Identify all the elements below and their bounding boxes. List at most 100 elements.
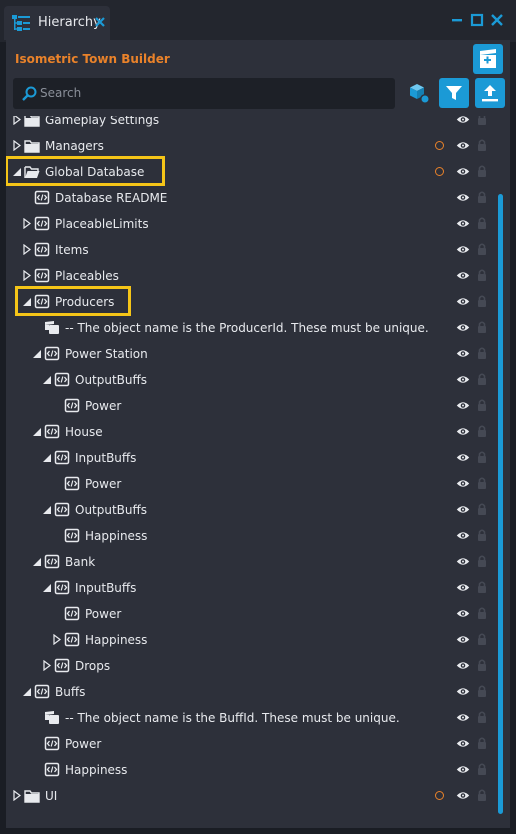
visibility-eye-icon[interactable] <box>456 790 470 801</box>
lock-icon[interactable] <box>477 346 487 360</box>
expanded-arrow[interactable] <box>42 452 52 463</box>
lock-icon[interactable] <box>477 372 487 386</box>
collapsed-arrow[interactable] <box>12 140 22 151</box>
tree-row[interactable]: Power <box>6 731 510 757</box>
tree-row[interactable]: UI <box>6 783 510 809</box>
expanded-arrow[interactable] <box>42 582 52 593</box>
lock-icon[interactable] <box>477 710 487 724</box>
expanded-arrow[interactable] <box>42 374 52 385</box>
tree-row[interactable]: -- The object name is the ProducerId. Th… <box>6 315 510 341</box>
lock-icon[interactable] <box>477 580 487 594</box>
visibility-eye-icon[interactable] <box>456 660 470 671</box>
tree-row[interactable]: Power <box>6 393 510 419</box>
tree-row[interactable]: -- The object name is the BuffId. These … <box>6 705 510 731</box>
lock-icon[interactable] <box>477 762 487 776</box>
upload-button[interactable] <box>475 78 505 108</box>
minimize-icon[interactable] <box>450 13 464 27</box>
visibility-eye-icon[interactable] <box>456 116 470 125</box>
lock-icon[interactable] <box>477 190 487 204</box>
visibility-eye-icon[interactable] <box>456 270 470 281</box>
create-button[interactable] <box>473 44 503 74</box>
lock-icon[interactable] <box>477 320 487 334</box>
lock-icon[interactable] <box>477 502 487 516</box>
tree-row[interactable]: Items <box>6 237 510 263</box>
lock-icon[interactable] <box>477 424 487 438</box>
visibility-eye-icon[interactable] <box>456 608 470 619</box>
expanded-arrow[interactable] <box>32 348 42 359</box>
visibility-eye-icon[interactable] <box>456 478 470 489</box>
tree-row[interactable]: InputBuffs <box>6 575 510 601</box>
lock-icon[interactable] <box>477 216 487 230</box>
expanded-arrow[interactable] <box>22 686 32 697</box>
visibility-eye-icon[interactable] <box>456 504 470 515</box>
visibility-eye-icon[interactable] <box>456 556 470 567</box>
collapsed-arrow[interactable] <box>42 660 52 671</box>
collapsed-arrow[interactable] <box>22 270 32 281</box>
tree-row[interactable]: House <box>6 419 510 445</box>
visibility-eye-icon[interactable] <box>456 348 470 359</box>
visibility-eye-icon[interactable] <box>456 452 470 463</box>
tree-row[interactable]: Drops <box>6 653 510 679</box>
lock-icon[interactable] <box>477 528 487 542</box>
close-window-icon[interactable] <box>490 13 504 27</box>
collapsed-arrow[interactable] <box>22 218 32 229</box>
tree-row[interactable]: Happiness <box>6 757 510 783</box>
tree-row[interactable]: Producers <box>6 286 510 316</box>
tree-row[interactable]: Happiness <box>6 523 510 549</box>
lock-icon[interactable] <box>477 294 487 308</box>
visibility-eye-icon[interactable] <box>456 400 470 411</box>
lock-icon[interactable] <box>477 658 487 672</box>
lock-icon[interactable] <box>477 606 487 620</box>
expanded-arrow[interactable] <box>42 504 52 515</box>
lock-icon[interactable] <box>477 268 487 282</box>
search-input[interactable]: Search <box>13 78 395 109</box>
tree-row[interactable]: Buffs <box>6 679 510 705</box>
lock-icon[interactable] <box>477 554 487 568</box>
filter-button[interactable] <box>439 78 469 108</box>
visibility-eye-icon[interactable] <box>456 374 470 385</box>
visibility-eye-icon[interactable] <box>456 322 470 333</box>
visibility-eye-icon[interactable] <box>456 582 470 593</box>
expanded-arrow[interactable] <box>32 556 42 567</box>
tree-row[interactable]: Global Database <box>6 156 510 186</box>
object-filter-icon[interactable] <box>408 82 430 104</box>
lock-icon[interactable] <box>477 138 487 152</box>
scrollbar[interactable] <box>498 194 503 814</box>
visibility-eye-icon[interactable] <box>456 166 470 177</box>
collapsed-arrow[interactable] <box>22 244 32 255</box>
tree-row[interactable]: InputBuffs <box>6 445 510 471</box>
visibility-eye-icon[interactable] <box>456 218 470 229</box>
visibility-eye-icon[interactable] <box>456 244 470 255</box>
tree-row[interactable]: Power <box>6 601 510 627</box>
maximize-icon[interactable] <box>470 13 484 27</box>
tree-row[interactable]: OutputBuffs <box>6 367 510 393</box>
tree-row[interactable]: Happiness <box>6 627 510 653</box>
visibility-eye-icon[interactable] <box>456 426 470 437</box>
tree-row[interactable]: Power Station <box>6 341 510 367</box>
tree-row[interactable]: Power <box>6 471 510 497</box>
lock-icon[interactable] <box>477 450 487 464</box>
tree-row[interactable]: OutputBuffs <box>6 497 510 523</box>
close-tab-icon[interactable] <box>92 14 108 30</box>
tree-row[interactable]: Bank <box>6 549 510 575</box>
visibility-eye-icon[interactable] <box>456 764 470 775</box>
visibility-eye-icon[interactable] <box>456 296 470 307</box>
lock-icon[interactable] <box>477 398 487 412</box>
visibility-eye-icon[interactable] <box>456 192 470 203</box>
visibility-eye-icon[interactable] <box>456 634 470 645</box>
tree-row[interactable]: Gameplay Settings <box>6 116 510 133</box>
visibility-eye-icon[interactable] <box>456 530 470 541</box>
lock-icon[interactable] <box>477 476 487 490</box>
lock-icon[interactable] <box>477 116 487 126</box>
lock-icon[interactable] <box>477 242 487 256</box>
collapsed-arrow[interactable] <box>12 790 22 801</box>
tab-hierarchy[interactable]: Hierarchy <box>4 6 110 40</box>
visibility-eye-icon[interactable] <box>456 686 470 697</box>
visibility-eye-icon[interactable] <box>456 738 470 749</box>
collapsed-arrow[interactable] <box>52 634 62 645</box>
lock-icon[interactable] <box>477 632 487 646</box>
visibility-eye-icon[interactable] <box>456 140 470 151</box>
lock-icon[interactable] <box>477 684 487 698</box>
lock-icon[interactable] <box>477 164 487 178</box>
tree-row[interactable]: PlaceableLimits <box>6 211 510 237</box>
